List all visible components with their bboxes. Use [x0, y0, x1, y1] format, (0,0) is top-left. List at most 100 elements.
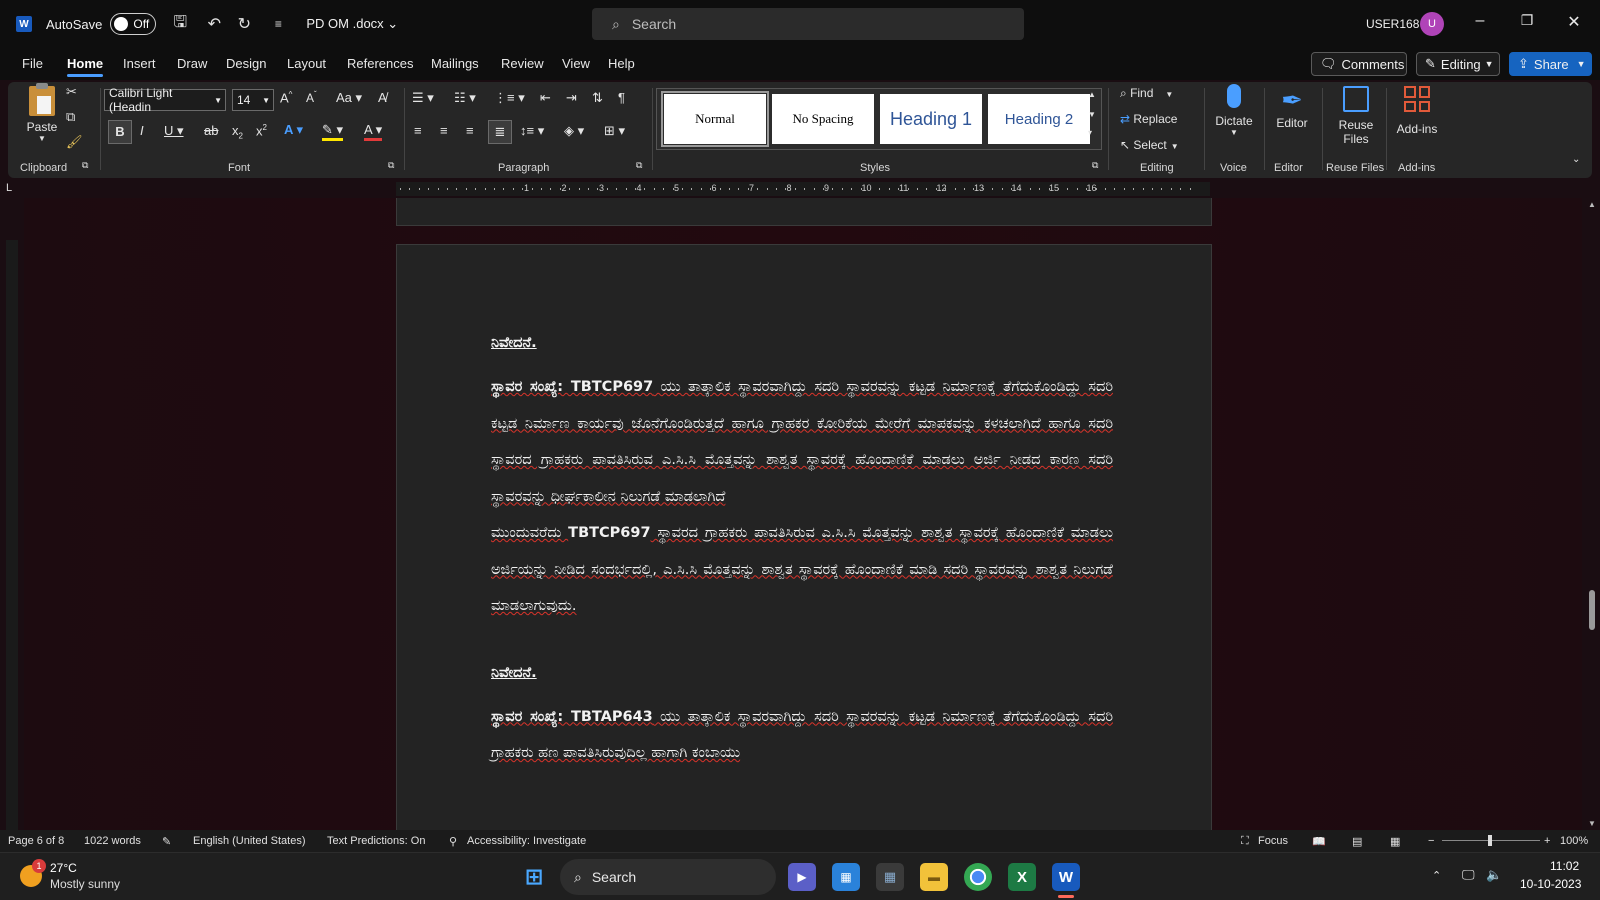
taskbar-search[interactable]: ⌕ Search [560, 859, 776, 895]
bold-icon[interactable]: B [108, 120, 132, 144]
document-canvas[interactable]: ನಿವೇದನೆ. ಸ್ಥಾವರ ಸಂಖ್ಯೆ: TBTCP697 ಯು ತಾತ್… [24, 198, 1582, 830]
proofing-icon[interactable]: ✎ [162, 835, 171, 848]
font-size-select[interactable]: 14 ▼ [232, 89, 274, 111]
document-title[interactable]: PD OM .docx ⌄ [306, 16, 398, 32]
styles-scroll-down-icon[interactable]: ▼ [1088, 110, 1096, 119]
share-dropdown-icon[interactable]: ▼ [1577, 59, 1586, 69]
close-icon[interactable]: ✕ [1562, 12, 1586, 32]
excel-icon[interactable]: X [1008, 863, 1036, 891]
page-content[interactable]: ನಿವೇದನೆ. ಸ್ಥಾವರ ಸಂಖ್ಯೆ: TBTCP697 ಯು ತಾತ್… [491, 335, 1113, 772]
underline-icon[interactable]: U ▾ [164, 123, 184, 139]
replace-button[interactable]: ⇄ Replace [1120, 112, 1177, 126]
bullets-icon[interactable]: ☰ ▾ [412, 90, 434, 106]
redo-icon[interactable]: ↻ [234, 14, 254, 34]
paste-button[interactable]: Paste ▼ [22, 83, 62, 143]
read-mode-icon[interactable]: 📖 [1312, 835, 1326, 848]
zoom-in-icon[interactable]: + [1544, 835, 1550, 847]
styles-scroll-up-icon[interactable]: ▲ [1088, 90, 1096, 99]
file-explorer-icon[interactable]: ▬ [920, 863, 948, 891]
clear-formatting-icon[interactable]: A̸ [378, 90, 387, 105]
highlight-icon[interactable]: ✎ ▾ [322, 122, 344, 141]
find-button[interactable]: ⌕ Find ▼ [1120, 86, 1173, 101]
vertical-ruler[interactable] [6, 240, 18, 830]
comments-button[interactable]: 🗨 Comments [1311, 52, 1407, 76]
style-heading-2[interactable]: Heading 2 [988, 94, 1090, 144]
paragraph-launcher-icon[interactable]: ⧉ [636, 160, 642, 171]
align-right-icon[interactable]: ≡ [466, 123, 474, 138]
borders-icon[interactable]: ⊞ ▾ [604, 123, 625, 139]
tab-help[interactable]: Help [608, 56, 635, 71]
tab-review[interactable]: Review [501, 56, 544, 71]
line-spacing-icon[interactable]: ↕≡ ▾ [520, 123, 544, 139]
paragraph-2[interactable]: ಮುಂದುವರೆದು TBTCP697 ಸ್ಥಾವರದ ಗ್ರಾಹಕರು ಪಾವ… [491, 515, 1113, 625]
restore-icon[interactable]: ❐ [1515, 12, 1539, 29]
network-icon[interactable]: 🖵 [1462, 867, 1475, 883]
text-effects-icon[interactable]: A ▾ [284, 122, 303, 138]
scroll-thumb[interactable] [1589, 590, 1595, 630]
tab-draw[interactable]: Draw [177, 56, 207, 71]
font-launcher-icon[interactable]: ⧉ [388, 160, 394, 171]
dictate-button[interactable]: Dictate ▼ [1212, 84, 1256, 137]
scroll-down-icon[interactable]: ▼ [1588, 819, 1596, 828]
editor-button[interactable]: ✒ Editor [1270, 84, 1314, 130]
tab-mailings[interactable]: Mailings [431, 56, 479, 71]
superscript-icon[interactable]: x2 [256, 123, 267, 138]
undo-icon[interactable]: ↶ [204, 14, 224, 34]
word-icon[interactable]: W [1052, 863, 1080, 891]
weather-widget[interactable]: 1 27°C Mostly sunny [16, 859, 176, 895]
shrink-font-icon[interactable]: Aˇ [306, 90, 317, 105]
text-predictions[interactable]: Text Predictions: On [327, 835, 425, 847]
clock-time[interactable]: 11:02 [1550, 859, 1579, 873]
document-page[interactable]: ನಿವೇದನೆ. ಸ್ಥಾವರ ಸಂಖ್ಯೆ: TBTCP697 ಯು ತಾತ್… [396, 244, 1212, 830]
align-left-icon[interactable]: ≡ [414, 123, 422, 138]
italic-icon[interactable]: I [140, 123, 144, 138]
volume-icon[interactable]: 🔈 [1486, 867, 1502, 883]
cut-icon[interactable]: ✂ [66, 84, 77, 100]
focus-button[interactable]: Focus [1258, 835, 1288, 847]
tab-layout[interactable]: Layout [287, 56, 326, 71]
sort-icon[interactable]: ⇅ [592, 90, 603, 106]
tab-design[interactable]: Design [226, 56, 266, 71]
grow-font-icon[interactable]: A^ [280, 90, 292, 105]
styles-more-icon[interactable]: ▾ [1088, 128, 1092, 137]
style-no-spacing[interactable]: No Spacing [772, 94, 874, 144]
paragraph-3[interactable]: ಸ್ಥಾವರ ಸಂಖ್ಯೆ: TBTAP643 ಯು ತಾತ್ಕಾಲಿಕ ಸ್ಥ… [491, 699, 1113, 772]
print-layout-icon[interactable]: ▤ [1352, 835, 1362, 848]
tab-insert[interactable]: Insert [123, 56, 156, 71]
accessibility-status[interactable]: Accessibility: Investigate [467, 835, 586, 847]
vertical-scrollbar[interactable]: ▲ ▼ [1586, 200, 1598, 828]
paragraph-1[interactable]: ಸ್ಥಾವರ ಸಂಖ್ಯೆ: TBTCP697 ಯು ತಾತ್ಕಾಲಿಕ ಸ್ಥ… [491, 369, 1113, 515]
tab-home[interactable]: Home [67, 56, 104, 77]
show-marks-icon[interactable]: ¶ [618, 90, 625, 105]
autosave-toggle[interactable]: Off [110, 13, 157, 35]
calculator-icon[interactable]: ▦ [876, 863, 904, 891]
increase-indent-icon[interactable]: ⇥ [566, 90, 577, 106]
horizontal-ruler[interactable]: 1 2 3 4 5 6 7 8 9 10 11 12 13 14 15 16 [396, 182, 1210, 196]
page-indicator[interactable]: Page 6 of 8 [8, 835, 64, 847]
multilevel-list-icon[interactable]: ⋮≡ ▾ [494, 90, 525, 106]
justify-icon[interactable]: ≣ [488, 120, 512, 144]
format-painter-icon[interactable]: 🖌 [66, 134, 83, 150]
styles-launcher-icon[interactable]: ⧉ [1092, 160, 1098, 171]
paste-dropdown-icon[interactable]: ▼ [22, 134, 62, 143]
chrome-icon[interactable] [964, 863, 992, 891]
share-button[interactable]: ⇪ Share ▼ [1509, 52, 1592, 76]
tab-file[interactable]: File [22, 56, 43, 71]
strikethrough-icon[interactable]: ab [204, 123, 218, 138]
collapse-ribbon-icon[interactable]: ⌄ [1572, 154, 1580, 165]
language[interactable]: English (United States) [193, 835, 306, 847]
shading-icon[interactable]: ◈ ▾ [564, 123, 584, 139]
style-heading-1[interactable]: Heading 1 [880, 94, 982, 144]
user-name[interactable]: USER168 [1366, 17, 1419, 31]
zoom-slider[interactable] [1442, 835, 1540, 846]
clipboard-launcher-icon[interactable]: ⧉ [82, 160, 88, 171]
editing-mode-button[interactable]: ✎ Editing ▼ [1416, 52, 1500, 76]
store-icon[interactable]: ▦ [832, 863, 860, 891]
subscript-icon[interactable]: x2 [232, 123, 243, 141]
copy-icon[interactable]: ⧉ [66, 109, 75, 125]
font-name-select[interactable]: Calibri Light (Headin ▼ [104, 86, 226, 114]
decrease-indent-icon[interactable]: ⇤ [540, 90, 551, 106]
add-ins-button[interactable]: Add-ins [1392, 84, 1442, 136]
tray-overflow-icon[interactable]: ⌃ [1432, 869, 1441, 882]
minimize-icon[interactable]: – [1468, 12, 1492, 30]
